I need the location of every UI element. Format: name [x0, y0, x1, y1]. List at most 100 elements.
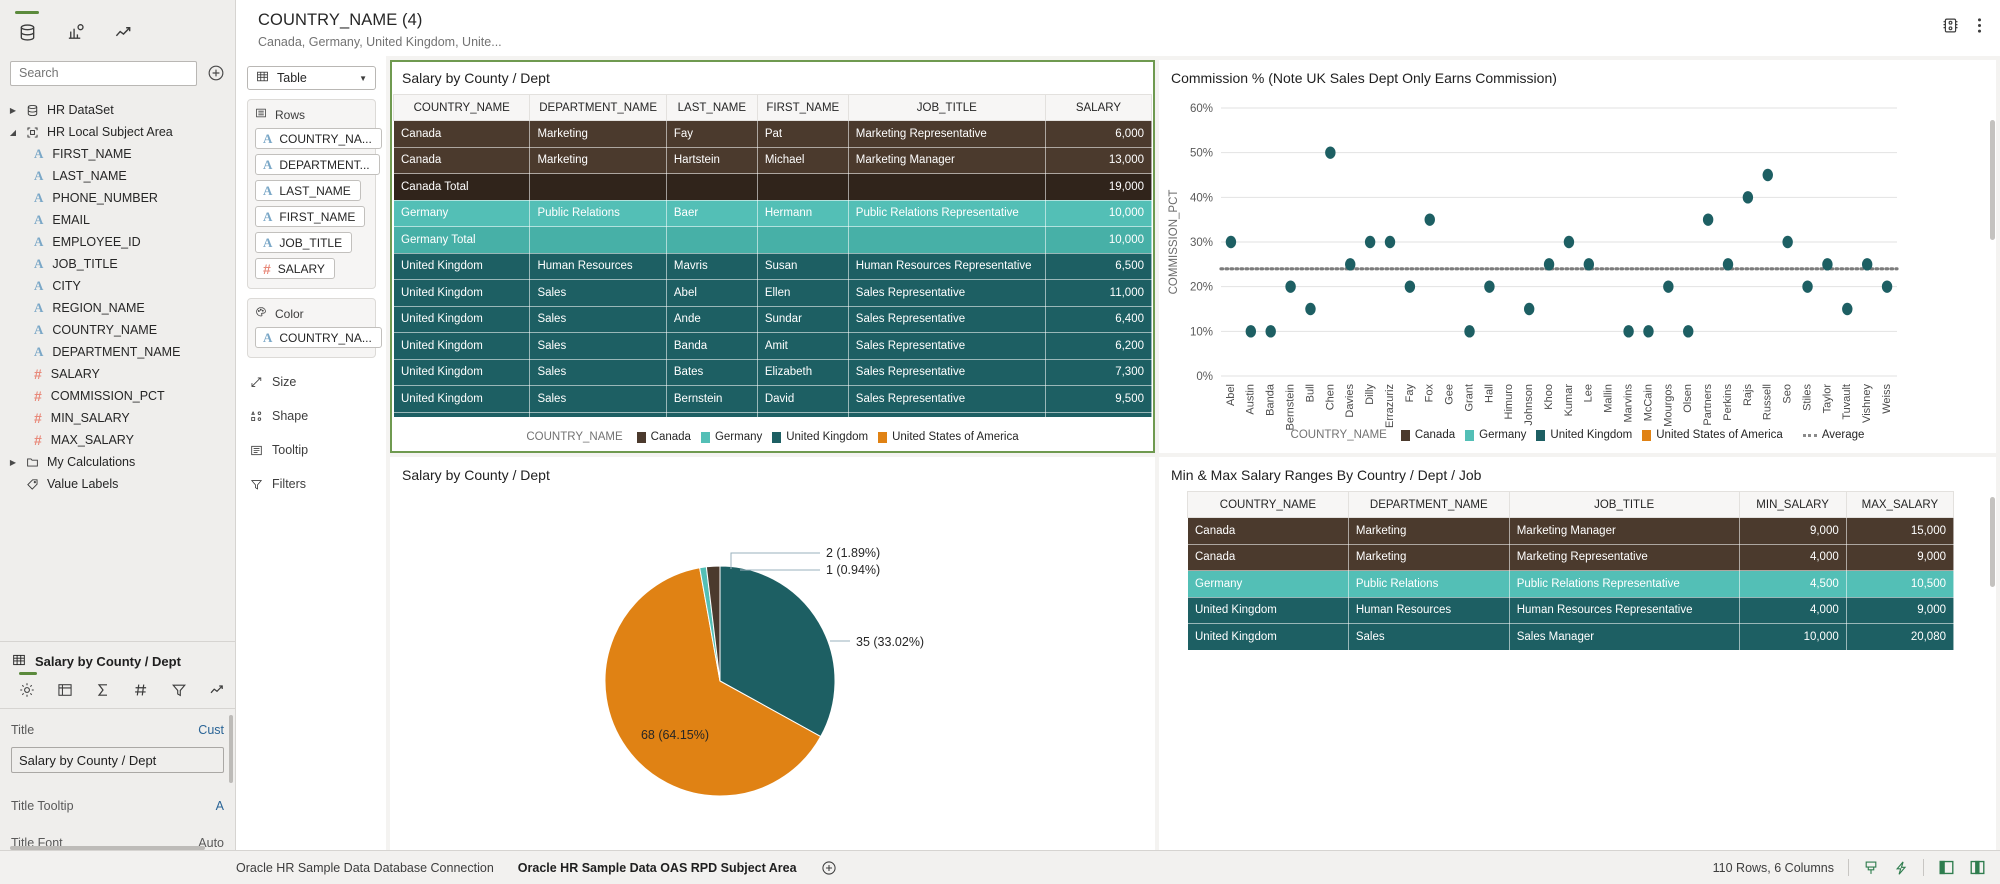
table-cell[interactable]	[665, 226, 758, 254]
scatter-point[interactable]	[1265, 325, 1276, 338]
col-department-name[interactable]: DEPARTMENT_NAME	[1347, 491, 1510, 518]
col-min-salary[interactable]: MIN_SALARY	[1738, 491, 1847, 518]
table-cell[interactable]: Bernstein	[665, 385, 758, 413]
salary-table-scroll[interactable]: COUNTRY_NAME DEPARTMENT_NAME LAST_NAME F…	[390, 94, 1155, 417]
col-last-name[interactable]: LAST_NAME	[665, 94, 758, 121]
scatter-point[interactable]	[1245, 325, 1257, 338]
tree-item-min-salary[interactable]: # MIN_SALARY	[0, 407, 235, 429]
scatter-point[interactable]	[1722, 258, 1734, 271]
table-cell[interactable]: Sales Representative	[847, 279, 1046, 307]
table-row[interactable]: Canada Marketing Hartstein Michael Marketing…	[392, 146, 1153, 174]
table-cell[interactable]: Sales	[529, 332, 667, 360]
scatter-point[interactable]	[1842, 302, 1853, 316]
scatter-point[interactable]	[1464, 325, 1475, 338]
table-cell[interactable]: Human Resources	[529, 252, 667, 280]
table-cell[interactable]: Human Resources Representative	[847, 252, 1046, 280]
tree-item-email[interactable]: A EMAIL	[0, 209, 235, 231]
table-cell[interactable]: Pat	[756, 120, 849, 148]
table-cell[interactable]: United Kingdom	[392, 252, 531, 280]
properties-vertical-scrollbar[interactable]	[229, 715, 233, 783]
tile-salary-pie[interactable]: Salary by County / Dept 2 (1.89%) 1 (0.94…	[390, 457, 1155, 850]
table-cell[interactable]: Sales	[529, 385, 667, 413]
scatter-point[interactable]	[1663, 280, 1674, 293]
table-cell[interactable]: Canada	[1187, 543, 1349, 571]
chevron-down-icon[interactable]: ◢	[8, 128, 18, 137]
data-tab[interactable]	[14, 10, 40, 46]
scatter-point[interactable]	[1623, 325, 1634, 338]
table-cell[interactable]: 20,080	[1845, 623, 1955, 651]
filters-tab[interactable]	[171, 681, 187, 699]
table-cell[interactable]: United Kingdom	[392, 385, 531, 413]
shelf-filters[interactable]: Filters	[249, 474, 376, 494]
tree-item-department-name[interactable]: A DEPARTMENT_NAME	[0, 341, 235, 363]
visualize-tab[interactable]	[62, 20, 88, 46]
table-cell[interactable]: 4,500	[1738, 570, 1847, 598]
table-cell[interactable]: Canada	[392, 120, 531, 148]
tree-item-region-name[interactable]: A REGION_NAME	[0, 297, 235, 319]
table-cell[interactable]: 6,200	[1044, 332, 1153, 360]
table-cell[interactable]	[529, 226, 667, 254]
table-row[interactable]: Germany Public Relations Baer Hermann Public…	[392, 199, 1153, 227]
table-cell[interactable]: Hartstein	[665, 146, 758, 174]
scatter-point[interactable]	[1881, 280, 1893, 293]
table-cell[interactable]: Sales Representative	[847, 332, 1046, 360]
tree-item-hr-local-subject-area[interactable]: ◢ HR Local Subject Area	[0, 121, 235, 143]
table-cell[interactable]: Sales	[529, 305, 667, 333]
pill-country-name[interactable]: A COUNTRY_NA...	[255, 128, 382, 149]
scatter-point[interactable]	[1325, 146, 1336, 159]
legend-item-united-kingdom[interactable]: United Kingdom	[772, 431, 868, 443]
tree-item-city[interactable]: A CITY	[0, 275, 235, 297]
table-cell[interactable]: 10,000	[1738, 623, 1847, 651]
table-cell[interactable]: United Kingdom	[1187, 596, 1349, 624]
table-row[interactable]: United Kingdom Human Resources Mavris Susan…	[392, 252, 1153, 280]
chevron-down-icon[interactable]: ▼	[359, 74, 367, 83]
table-cell[interactable]: 10,000	[1044, 226, 1153, 254]
tree-item-last-name[interactable]: A LAST_NAME	[0, 165, 235, 187]
table-cell[interactable]	[756, 173, 849, 201]
table-cell[interactable]: United Kingdom	[392, 332, 531, 360]
shelf-size[interactable]: Size	[249, 372, 376, 392]
table-cell[interactable]: 9,000	[1845, 596, 1955, 624]
table-row[interactable]: United Kingdom Sales Bates Elizabeth Sales R…	[392, 358, 1153, 386]
legend-item-canada[interactable]: Canada	[636, 431, 691, 443]
legend-item-united-states[interactable]: United States of America	[878, 431, 1019, 443]
table-cell[interactable]	[665, 173, 758, 201]
table-cell[interactable]: Marketing	[1347, 517, 1510, 545]
table-cell[interactable]: United Kingdom	[392, 305, 531, 333]
pill-first-name[interactable]: A FIRST_NAME	[255, 206, 366, 227]
table-cell[interactable]: Banda	[665, 332, 758, 360]
col-department-name[interactable]: DEPARTMENT_NAME	[529, 94, 667, 121]
table-cell[interactable]: Germany Total	[392, 226, 531, 254]
scatter-point[interactable]	[1583, 258, 1595, 271]
table-cell[interactable]: Ande	[665, 305, 758, 333]
table-cell[interactable]: Germany	[392, 199, 531, 227]
lightning-icon[interactable]	[1893, 860, 1909, 876]
table-cell[interactable]: 6,000	[1044, 120, 1153, 148]
table-cell[interactable]: Public Relations	[529, 199, 667, 227]
chevron-right-icon[interactable]: ▶	[8, 106, 18, 115]
pill-last-name[interactable]: A LAST_NAME	[255, 180, 361, 201]
presentation-icon[interactable]	[1942, 17, 1959, 34]
brush-icon[interactable]	[1863, 860, 1879, 876]
table-row[interactable]: Canada Marketing Fay Pat Marketing Represent…	[392, 120, 1153, 148]
table-cell[interactable]: Public Relations	[1347, 570, 1510, 598]
table-cell[interactable]: Sales	[529, 358, 667, 386]
tree-item-job-title[interactable]: A JOB_TITLE	[0, 253, 235, 275]
scatter-point[interactable]	[1762, 168, 1773, 182]
scatter-point[interactable]	[1305, 302, 1316, 316]
table-cell[interactable]: Bates	[665, 358, 758, 386]
tree-item-first-name[interactable]: A FIRST_NAME	[0, 143, 235, 165]
grid-properties-tab[interactable]	[57, 681, 73, 699]
scatter-point[interactable]	[1384, 235, 1396, 249]
scatter-point[interactable]	[1484, 280, 1495, 293]
table-cell[interactable]: Sales Representative	[847, 358, 1046, 386]
table-cell[interactable]: Sales	[1347, 623, 1510, 651]
scatter-point[interactable]	[1285, 280, 1296, 293]
col-salary[interactable]: SALARY	[1044, 94, 1153, 121]
scatter-point[interactable]	[1822, 258, 1833, 271]
table-cell[interactable]: Elizabeth	[756, 358, 849, 386]
panel-left-icon[interactable]	[1938, 859, 1955, 876]
table-cell[interactable]	[756, 226, 849, 254]
scatter-point[interactable]	[1782, 235, 1793, 249]
table-cell[interactable]: 9,000	[1738, 517, 1847, 545]
